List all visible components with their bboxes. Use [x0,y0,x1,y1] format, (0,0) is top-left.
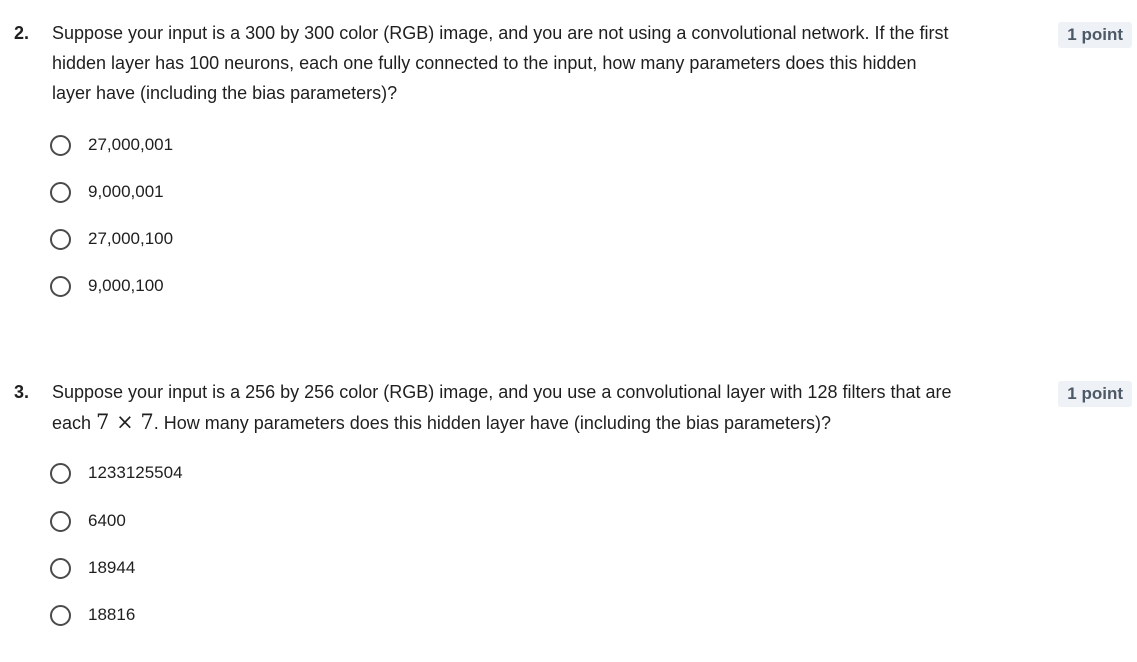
question-number: 3. [14,382,30,402]
question-text-part: . How many parameters does this hidden l… [153,413,832,433]
option-label: 18816 [88,605,136,624]
option-label: 6400 [88,511,126,530]
radio-button[interactable] [50,275,71,297]
answer-option[interactable]: 9,000,001 [50,179,450,205]
question-text: Suppose your input is a 300 by 300 color… [52,23,949,103]
option-label: 27,000,001 [88,135,174,154]
radio-button[interactable] [50,604,71,626]
points-badge: 1 point [1058,381,1132,407]
radio-button[interactable] [50,181,71,203]
radio-button[interactable] [50,462,71,484]
points-badge: 1 point [1058,22,1132,48]
answer-option[interactable]: 6400 [50,508,450,534]
answer-option[interactable]: 1233125504 [50,460,450,486]
question-text: Suppose your input is a 256 by 256 color… [52,377,952,438]
answer-option[interactable]: 18816 [50,602,450,628]
option-label: 27,000,100 [88,229,174,248]
radio-button[interactable] [50,510,71,532]
question-number: 2. [14,23,30,43]
answer-option[interactable]: 27,000,001 [50,132,450,158]
answer-option[interactable]: 27,000,100 [50,226,450,252]
radio-button[interactable] [50,557,71,579]
radio-button[interactable] [50,228,71,250]
option-label: 18944 [88,558,136,577]
option-label: 9,000,001 [88,182,164,201]
option-label: 1233125504 [88,463,183,482]
radio-button[interactable] [50,134,71,156]
answer-option[interactable]: 9,000,100 [50,273,450,299]
math-expression: 7 × 7 [96,410,154,434]
option-label: 9,000,100 [88,276,164,295]
answer-option[interactable]: 18944 [50,555,450,581]
